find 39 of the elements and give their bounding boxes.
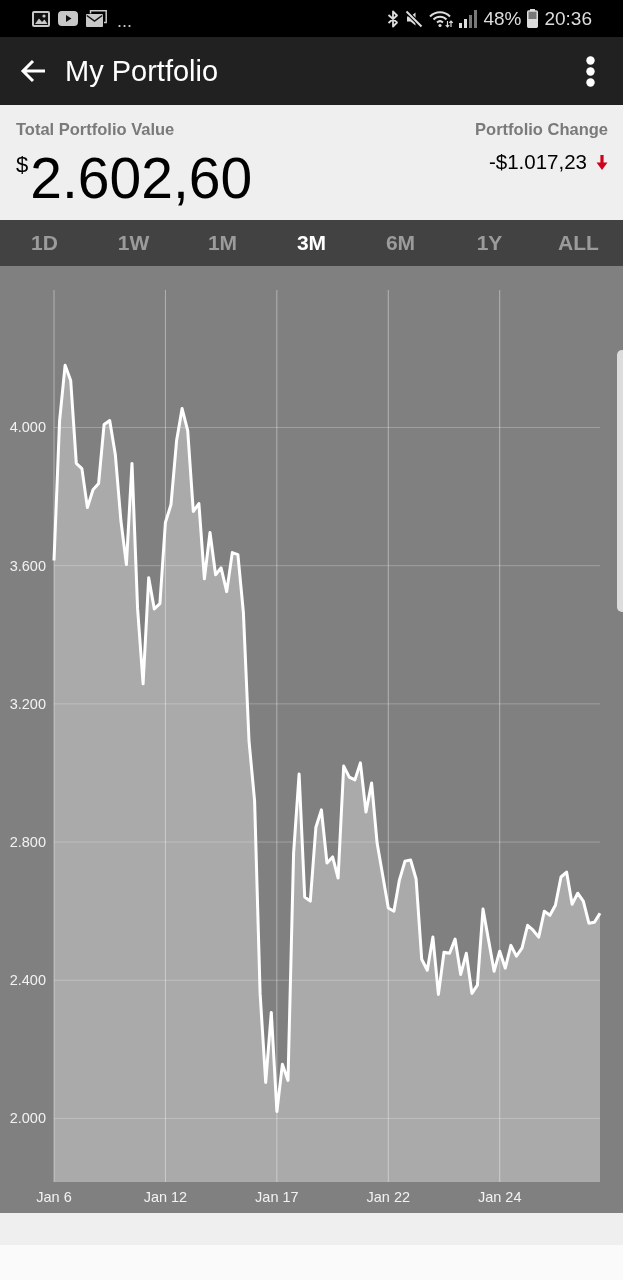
range-tab[interactable]: 3M	[267, 220, 356, 266]
y-axis-label: 4.000	[9, 419, 46, 436]
range-tab[interactable]: 1D	[0, 220, 89, 266]
gallery-icon	[32, 10, 50, 27]
total-value-label: Total Portfolio Value	[16, 119, 175, 139]
screen-title: My Portfolio	[65, 54, 219, 88]
mail-icon	[86, 10, 107, 27]
y-axis-label: 3.600	[9, 557, 46, 574]
video-play-icon	[58, 11, 78, 26]
more-vertical-icon	[586, 55, 595, 87]
total-value-amount: 2.602,60	[30, 150, 253, 207]
portfolio-change-amount: -$1.017,23	[488, 150, 587, 174]
y-axis-label: 3.200	[9, 695, 46, 712]
currency-symbol: $	[16, 154, 29, 176]
clock-text: 20:36	[544, 8, 592, 29]
range-tab[interactable]: 1M	[178, 220, 267, 266]
y-axis-label: 2.000	[9, 1110, 46, 1127]
range-tab[interactable]: ALL	[534, 220, 623, 266]
range-tab[interactable]: 1W	[89, 220, 178, 266]
x-axis-label: Jan 12	[143, 1189, 188, 1205]
back-button[interactable]	[18, 57, 48, 85]
more-options-button[interactable]	[584, 53, 597, 89]
portfolio-change-label: Portfolio Change	[475, 119, 608, 139]
y-axis-label: 2.800	[9, 834, 46, 851]
bluetooth-icon	[387, 9, 400, 28]
more-notifications-text: ...	[117, 11, 132, 30]
x-axis-label: Jan 17	[255, 1189, 299, 1205]
x-axis-label: Jan 22	[366, 1189, 411, 1205]
mute-icon	[405, 9, 424, 28]
battery-icon	[527, 9, 539, 28]
range-tab[interactable]: 6M	[356, 220, 445, 266]
y-axis-label: 2.400	[9, 972, 46, 989]
range-tab[interactable]: 1Y	[445, 220, 534, 266]
x-axis-label: Jan 24	[477, 1189, 522, 1205]
x-axis-label: Jan 6	[36, 1189, 72, 1205]
wifi-icon	[429, 9, 454, 28]
back-arrow-icon	[20, 59, 46, 83]
battery-percent-text: 48%	[483, 8, 522, 29]
signal-icon	[459, 9, 478, 28]
